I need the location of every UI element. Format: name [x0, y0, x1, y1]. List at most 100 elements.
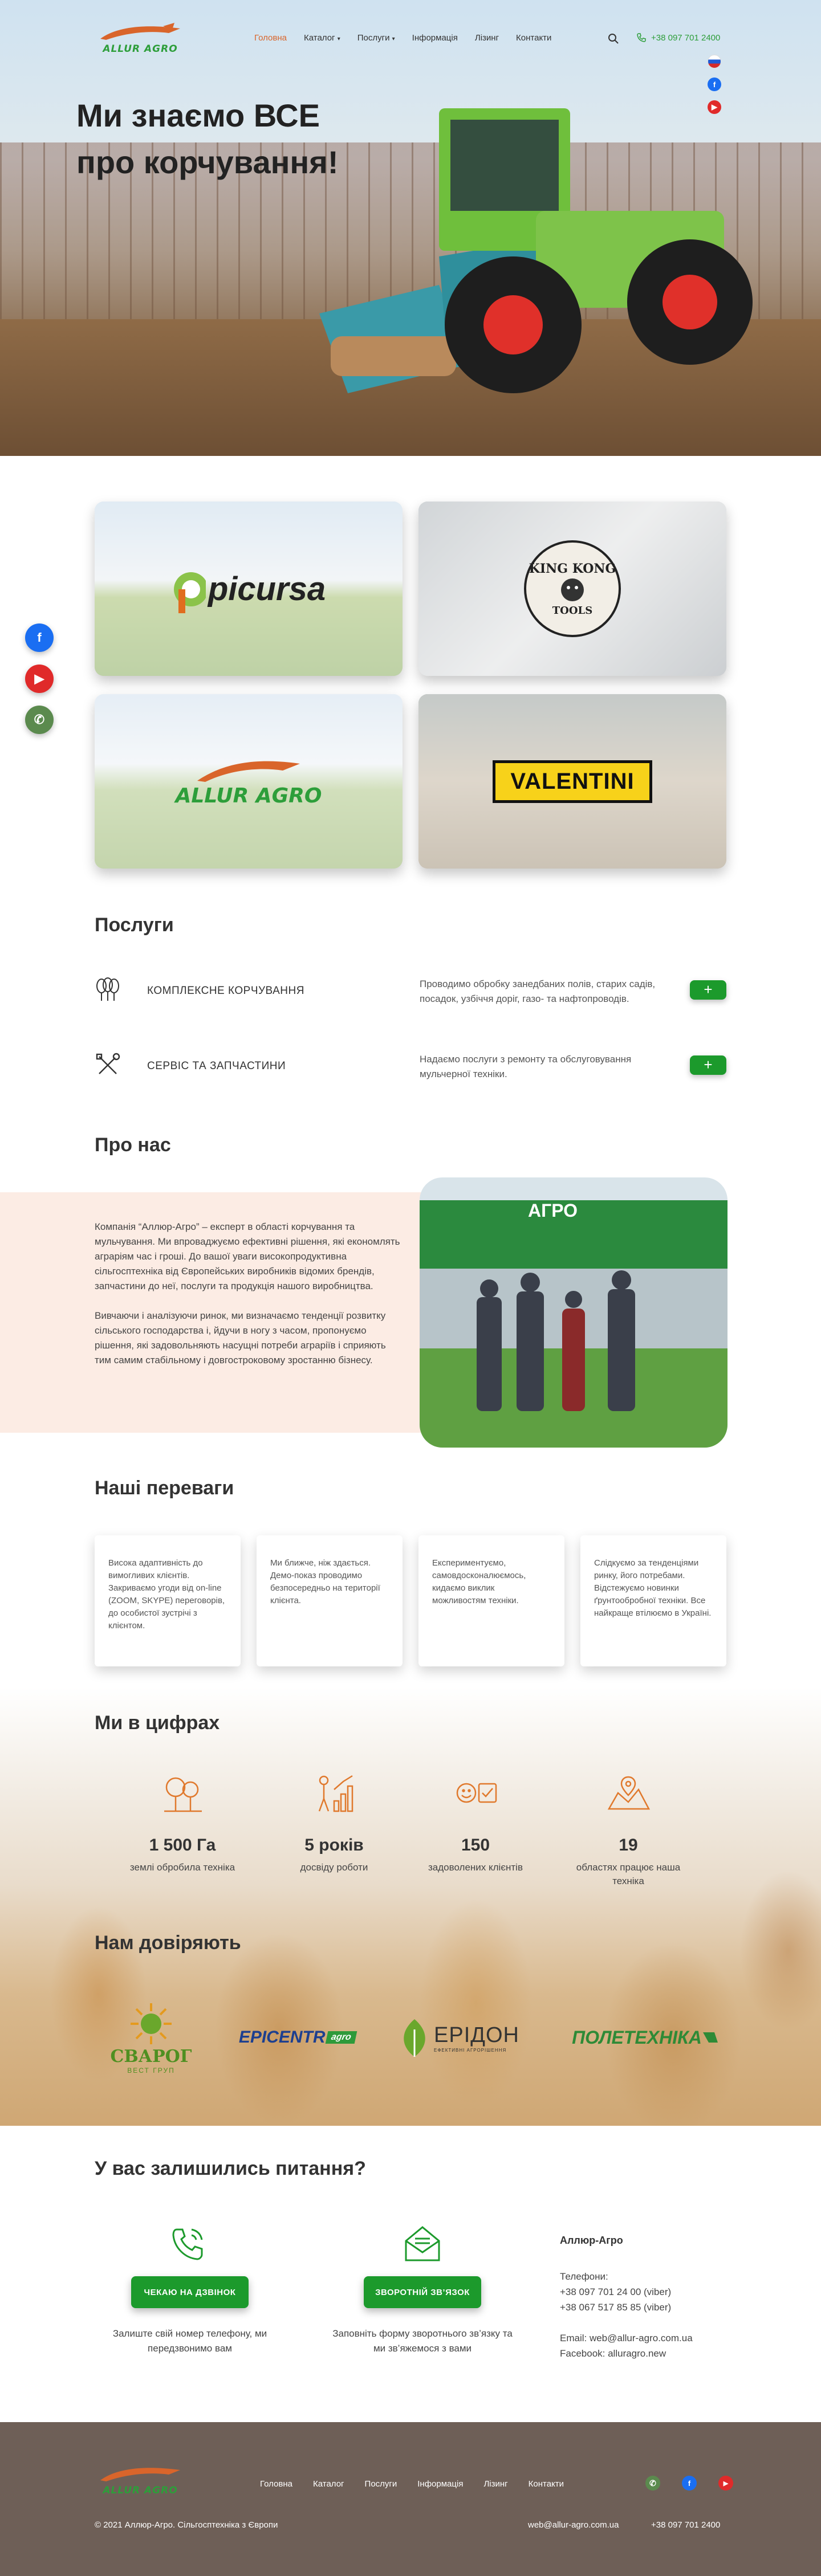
- stat-value: 150: [461, 1836, 490, 1854]
- brand-logo: KING KONG TOOLS: [418, 502, 726, 676]
- footer-social: ✆ f ▶: [645, 2476, 733, 2491]
- facebook-icon[interactable]: f: [682, 2476, 697, 2491]
- feedback-caption: Заповніть форму зворотнього зв’язку та м…: [332, 2328, 513, 2354]
- stat-value: 19: [619, 1836, 638, 1854]
- brand-card-kingkong[interactable]: KING KONG TOOLS: [418, 502, 726, 676]
- language-flag-icon[interactable]: [708, 55, 721, 68]
- service-row[interactable]: СЕРВІС ТА ЗАПЧАСТИНИ Надаємо послуги з р…: [95, 1052, 726, 1103]
- menu-item-contacts[interactable]: Контакти: [516, 33, 551, 43]
- floating-social: f ▶ ✆: [25, 623, 54, 734]
- brand-card-allur[interactable]: ALLUR AGRO: [95, 694, 403, 869]
- footer-logo[interactable]: ALLUR AGRO: [95, 2464, 186, 2496]
- viber-icon[interactable]: ✆: [25, 706, 54, 734]
- menu-item-catalog[interactable]: Каталог ▾: [304, 33, 340, 43]
- brand-logo: picursa: [95, 502, 403, 676]
- footer-link-info[interactable]: Інформація: [417, 2479, 463, 2489]
- partner-tag: agro: [325, 2031, 357, 2044]
- service-name: КОМПЛЕКСНЕ КОРЧУВАННЯ: [147, 985, 304, 997]
- call-caption: Залиште свій номер телефону, ми передзво…: [112, 2328, 267, 2354]
- arrow-logo-icon: [702, 2032, 718, 2043]
- footer-phone[interactable]: +38 097 701 2400: [651, 2520, 720, 2530]
- service-row[interactable]: КОМПЛЕКСНЕ КОРЧУВАННЯ Проводимо обробку …: [95, 977, 726, 1028]
- partner-svarog: СВАРОГ ВЕСТ ГРУП: [103, 1989, 200, 2086]
- header-social: f ▶: [708, 55, 721, 114]
- header-phone[interactable]: +38 097 701 2400: [636, 32, 720, 43]
- service-description: Надаємо послуги з ремонту та обслуговува…: [420, 1054, 632, 1079]
- stat-label: областях працює наша техніка: [576, 1862, 681, 1886]
- advantage-text: Висока адаптивність до вимогливих клієнт…: [108, 1558, 225, 1631]
- partners-title: Нам довіряють: [95, 1932, 241, 1954]
- contact-email[interactable]: Email: web@allur-agro.com.ua: [560, 2330, 731, 2346]
- service-description: Проводимо обробку занедбаних полів, стар…: [420, 979, 656, 1004]
- brand-logo: VALENTINI: [418, 694, 726, 869]
- hero-title: Ми знаємо ВСЕ про корчування!: [76, 92, 339, 186]
- site-logo[interactable]: ALLUR AGRO: [95, 23, 186, 55]
- copyright: © 2021 Аллюр-Агро. Сільгосптехніка з Євр…: [95, 2520, 278, 2530]
- brand-sub: TOOLS: [552, 604, 593, 617]
- services-title: Послуги: [95, 914, 174, 936]
- viber-icon[interactable]: ✆: [645, 2476, 660, 2491]
- brand-name: ALLUR AGRO: [175, 784, 322, 808]
- facebook-icon[interactable]: f: [25, 623, 54, 652]
- hero-section: ALLUR AGRO Головна Каталог ▾ Послуги ▾ І…: [0, 0, 821, 456]
- advantage-card: Ми ближче, ніж здається. Демо-показ пров…: [257, 1535, 403, 1666]
- footer-link-services[interactable]: Послуги: [365, 2479, 397, 2489]
- eridon-text: ЕРІДОН ЕФЕКТИВНІ АГРОРІШЕННЯ: [434, 2023, 519, 2053]
- menu-item-info[interactable]: Інформація: [412, 33, 458, 43]
- contact-phone[interactable]: +38 067 517 85 85 (viber): [560, 2300, 731, 2315]
- smile-check-icon: [456, 1783, 497, 1803]
- youtube-icon[interactable]: ▶: [708, 100, 721, 114]
- brand-name: VALENTINI: [510, 768, 635, 794]
- about-paragraph: Вивчаючи і аналізуючи ринок, ми визначає…: [95, 1310, 386, 1366]
- menu-item-services[interactable]: Послуги ▾: [357, 33, 395, 43]
- horse-logo-icon: [100, 2468, 180, 2481]
- request-call-button[interactable]: ЧЕКАЮ НА ДЗВІНОК: [131, 2276, 249, 2308]
- hero-title-line2: про корчування!: [76, 144, 339, 180]
- brand-name: KING KONG: [529, 561, 616, 576]
- footer-link-home[interactable]: Головна: [260, 2479, 292, 2489]
- brand-card-valentini[interactable]: VALENTINI: [418, 694, 726, 869]
- expand-button[interactable]: +: [690, 1055, 726, 1075]
- horse-logo-icon: [197, 761, 300, 782]
- youtube-icon[interactable]: ▶: [25, 665, 54, 693]
- footer-email[interactable]: web@allur-agro.com.ua: [528, 2520, 619, 2530]
- company-name: Аллюр-Агро: [560, 2235, 623, 2246]
- menu-item-home[interactable]: Головна: [254, 33, 287, 43]
- partner-name: EPICENTR: [238, 2028, 326, 2047]
- youtube-icon[interactable]: ▶: [718, 2476, 733, 2491]
- trees-icon: [96, 977, 119, 1001]
- gorilla-icon: [561, 578, 584, 601]
- facebook-icon[interactable]: f: [708, 78, 721, 91]
- footer-link-catalog[interactable]: Каталог: [313, 2479, 344, 2489]
- logo-text: ALLUR AGRO: [103, 43, 178, 55]
- top-navigation: ALLUR AGRO Головна Каталог ▾ Послуги ▾ І…: [0, 0, 821, 114]
- kingkong-badge: KING KONG TOOLS: [524, 540, 621, 637]
- picursa-logo-icon: [173, 572, 206, 613]
- phone-call-icon: [172, 2228, 203, 2260]
- contact-facebook[interactable]: Facebook: alluragro.new: [560, 2346, 731, 2361]
- search-icon[interactable]: [608, 33, 619, 44]
- menu-item-leasing[interactable]: Лізинг: [475, 33, 499, 43]
- partner-poletekhnika: ПОЛЕТЕХНІКА: [560, 2023, 731, 2052]
- partner-epicentr: EPICENTR agro: [237, 2023, 357, 2052]
- stat-label: задоволених клієнтів: [428, 1862, 523, 1873]
- trees-icon: [164, 1777, 202, 1812]
- brand-name: picursa: [208, 570, 326, 608]
- stat-value: 5 років: [304, 1836, 364, 1854]
- horse-logo-icon: [100, 23, 180, 40]
- brand-card-picursa[interactable]: picursa: [95, 502, 403, 676]
- phone-number: +38 097 701 2400: [651, 32, 721, 43]
- advantage-card: Експериментуємо, самовдосконалюємось, ки…: [418, 1535, 564, 1666]
- stat-value: 1 500 Га: [149, 1836, 216, 1854]
- footer-link-leasing[interactable]: Лізинг: [483, 2479, 507, 2489]
- tractor-image: [319, 108, 753, 393]
- advantage-text: Слідкуємо за тенденціями ринку, його пот…: [594, 1558, 712, 1618]
- feedback-button[interactable]: ЗВОРОТНІЙ ЗВ’ЯЗОК: [364, 2276, 481, 2308]
- partner-name: ПОЛЕТЕХНІКА: [572, 2027, 702, 2048]
- stat-label: землі обробила техніка: [129, 1862, 235, 1873]
- footer-link-contacts[interactable]: Контакти: [529, 2479, 564, 2489]
- service-name: СЕРВІС ТА ЗАПЧАСТИНИ: [147, 1060, 286, 1072]
- expand-button[interactable]: +: [690, 980, 726, 1000]
- contact-phone[interactable]: +38 097 701 24 00 (viber): [560, 2284, 731, 2300]
- phones-label: Телефони:: [560, 2271, 608, 2282]
